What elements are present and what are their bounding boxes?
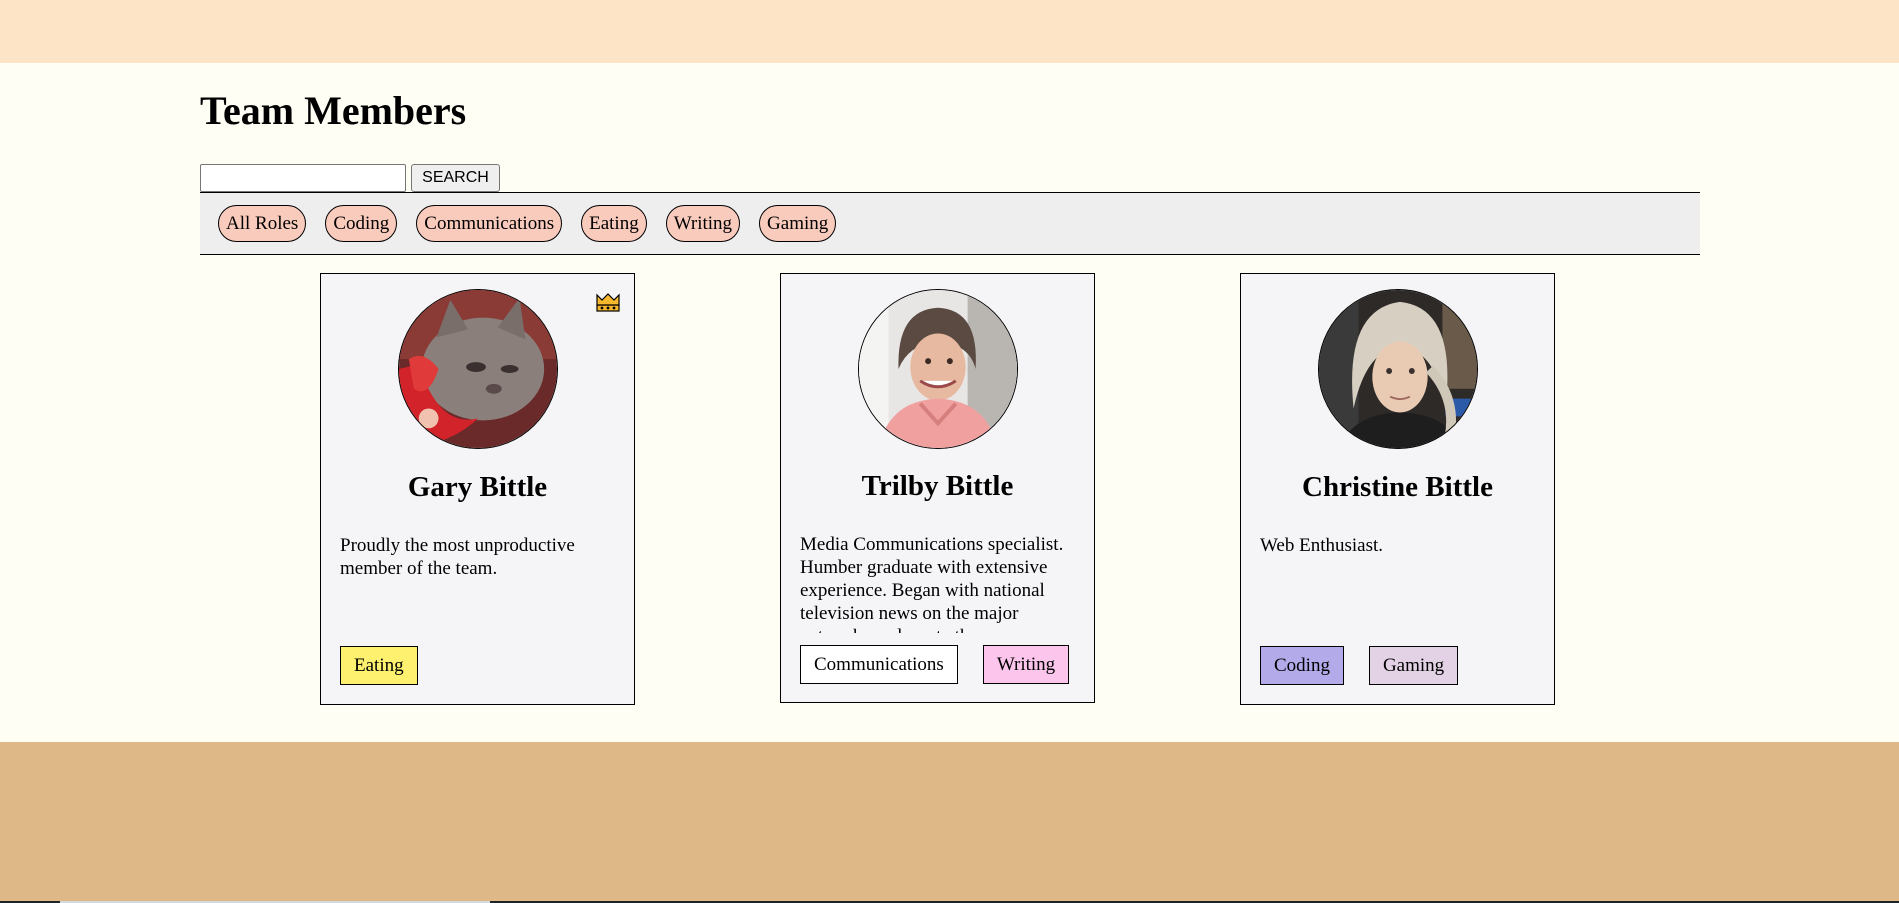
tag-gaming: Gaming — [1368, 646, 1459, 685]
filter-writing[interactable]: Writing — [665, 205, 741, 242]
search-button[interactable]: SEARCH — [411, 164, 500, 192]
tag-eating: Eating — [340, 646, 418, 685]
member-bio: Web Enthusiast. — [1260, 535, 1384, 556]
member-tags: Eating — [340, 646, 418, 685]
member-name: Christine Bittle — [1302, 471, 1493, 503]
filter-communications[interactable]: Communications — [416, 205, 563, 242]
member-name: Gary Bittle — [407, 471, 548, 503]
filter-all-roles[interactable]: All Roles — [218, 205, 307, 242]
member-tags: Communications Writing — [800, 645, 1070, 684]
tag-coding: Coding — [1260, 646, 1344, 685]
avatar — [1318, 289, 1478, 449]
tag-writing: Writing — [982, 645, 1070, 684]
woman-blonde-photo — [1319, 290, 1477, 448]
header-band — [0, 0, 1899, 63]
woman-pink-sweater-photo — [859, 290, 1017, 448]
member-card: Gary Bittle Proudly the most unproductiv… — [320, 273, 635, 705]
avatar — [398, 289, 558, 449]
member-card: Trilby Bittle Media Communications speci… — [780, 273, 1095, 703]
tag-communications: Communications — [800, 645, 958, 684]
member-bio: Proudly the most unproductive member of … — [340, 535, 575, 579]
filter-eating[interactable]: Eating — [581, 205, 647, 242]
crown-icon — [596, 293, 620, 312]
cat-photo — [399, 290, 557, 448]
filter-gaming[interactable]: Gaming — [759, 205, 837, 242]
member-card: Christine Bittle Web Enthusiast. Coding … — [1240, 273, 1555, 705]
filter-coding[interactable]: Coding — [325, 205, 398, 242]
role-filter-bar: All Roles Coding Communications Eating W… — [200, 192, 1700, 255]
search-input[interactable] — [200, 164, 406, 192]
footer-band — [0, 742, 1899, 903]
avatar — [858, 289, 1018, 449]
member-bio: Media Communications specialist. Humber … — [800, 534, 1064, 633]
page-title: Team Members — [200, 88, 467, 133]
member-name: Trilby Bittle — [861, 470, 1014, 502]
member-tags: Coding Gaming — [1260, 646, 1459, 685]
